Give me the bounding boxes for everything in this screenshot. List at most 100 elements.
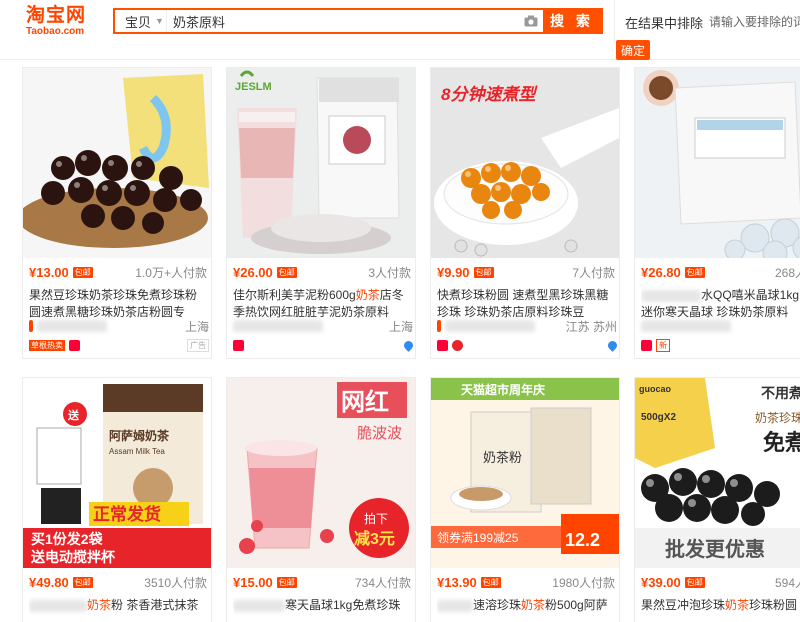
product-title[interactable]: 速溶珍珠奶茶粉500g阿萨 xyxy=(437,597,617,622)
image-caption: 天猫超市周年庆 xyxy=(461,382,545,397)
sales-count: 734人付款 xyxy=(354,575,411,590)
product-image[interactable]: 网红 脆波波 拍下 减3元 xyxy=(227,378,415,568)
image-caption: 领券满199减25 xyxy=(437,530,519,545)
taobao-logo[interactable]: 淘宝网 Taobao.com xyxy=(26,6,96,40)
title-line-1: 佳尔斯利美芋泥粉600g奶茶店冬 xyxy=(233,288,404,302)
tmall-icon xyxy=(437,339,448,351)
title-line-1: 奶茶粉 茶香港式抹茶 xyxy=(29,597,209,614)
product-image[interactable]: 天猫超市周年庆 奶茶粉 领券满199减25 12.2 xyxy=(431,378,619,568)
free-shipping-badge: 包邮 xyxy=(480,576,501,588)
tmall-icon xyxy=(233,339,244,351)
search-box: 宝贝 ▼ 搜 索 xyxy=(113,8,603,34)
category-label: 宝贝 xyxy=(125,14,152,30)
confirm-button[interactable]: 确定 xyxy=(616,40,650,60)
product-card[interactable]: 网红 脆波波 拍下 减3元 ¥15.00 包邮 734人付款 寒天晶球1kg免煮… xyxy=(226,377,416,622)
product-card[interactable]: guocao 500gX2 不用煮 奶茶珍珠 免煮 批发更优惠 ¥39.00 包… xyxy=(634,377,800,622)
search-button[interactable]: 搜 索 xyxy=(543,10,601,32)
image-caption: Assam Milk Tea xyxy=(109,447,165,456)
shop-location: 上海 xyxy=(184,319,209,334)
cloud-service-icon xyxy=(402,338,415,352)
shop-name-blurred[interactable] xyxy=(641,320,731,332)
badge-row: 草根热卖 广告 xyxy=(29,338,209,352)
svg-text:JESLM: JESLM xyxy=(235,81,272,93)
product-image[interactable] xyxy=(23,68,211,258)
image-caption: 免煮 xyxy=(763,430,800,455)
price-row: ¥13.00 包邮 1.0万+人付款 xyxy=(29,264,207,280)
shop-location: 上海 xyxy=(388,319,413,334)
product-card[interactable]: JESLM ¥26.00 包邮 3人付款 佳尔斯利美芋泥粉600g奶茶店冬 季热… xyxy=(226,67,416,359)
logo-en-text: Taobao.com xyxy=(26,26,85,37)
image-caption: 8分钟速煮型 xyxy=(441,85,538,104)
heart-icon xyxy=(452,339,463,351)
logo-cn-text: 淘宝网 xyxy=(26,5,87,26)
image-caption: 送 xyxy=(67,408,80,422)
shop-row: 江苏 苏州 xyxy=(437,318,617,334)
product-image[interactable]: 8分钟速煮型 xyxy=(431,68,619,258)
ad-mark: 广告 xyxy=(187,338,209,352)
badge-row xyxy=(233,338,415,352)
image-caption: 减3元 xyxy=(354,529,395,548)
product-card[interactable]: 8分钟速煮型 ¥9.90 包邮 7人付款 快煮珍珠粉圆 速煮型黑珍珠黑糖 珍珠 … xyxy=(430,67,620,359)
product-title[interactable]: 快煮珍珠粉圆 速煮型黑珍珠黑糖 珍珠 珍珠奶茶店原料珍珠豆 xyxy=(437,287,617,321)
image-caption: 买1份发2袋 xyxy=(31,531,104,547)
title-line-1: 速溶珍珠奶茶粉500g阿萨 xyxy=(437,597,617,614)
image-caption: 奶茶珍珠 xyxy=(755,410,800,425)
product-title[interactable]: 果然豆冲泡珍珠奶茶珍珠粉圆 xyxy=(641,597,800,622)
badge-row: 新 xyxy=(641,338,800,352)
product-title[interactable]: 佳尔斯利美芋泥粉600g奶茶店冬 季热饮网红脏脏芋泥奶茶原料 xyxy=(233,287,413,321)
shop-name-blurred[interactable] xyxy=(445,320,535,332)
image-caption: 批发更优惠 xyxy=(665,537,765,561)
image-caption: 12.2 xyxy=(565,530,600,550)
product-card[interactable]: ¥26.80 包邮 268人付 水QQ嘻米晶球1kg 迷你寒天晶球 珍珠奶茶原料… xyxy=(634,67,800,359)
sales-count: 7人付款 xyxy=(572,265,615,280)
exclude-filter: 在结果中排除 xyxy=(614,0,800,44)
product-card[interactable]: ¥13.00 包邮 1.0万+人付款 果然豆珍珠奶茶珍珠免煮珍珠粉 圆速煮黑糖珍… xyxy=(22,67,212,359)
title-line-1: 寒天晶球1kg免煮珍珠 xyxy=(233,597,413,614)
price-row: ¥9.90 包邮 7人付款 xyxy=(437,264,615,280)
new-tag: 新 xyxy=(656,338,670,352)
sales-count: 3人付款 xyxy=(368,265,411,280)
title-line-1: 果然豆珍珠奶茶珍珠免煮珍珠粉 xyxy=(29,288,198,302)
camera-icon[interactable] xyxy=(519,10,543,32)
product-title[interactable]: 寒天晶球1kg免煮珍珠 xyxy=(233,597,413,622)
price: ¥39.00 xyxy=(641,574,681,590)
shop-type-icon xyxy=(29,320,33,332)
product-card[interactable]: 阿萨姆奶茶 Assam Milk Tea 送 正常发货 买1份发2袋 送电动搅拌… xyxy=(22,377,212,622)
exclude-input[interactable] xyxy=(709,11,800,33)
price: ¥26.00 xyxy=(233,264,273,280)
price: ¥13.00 xyxy=(29,264,69,280)
shop-name-blurred[interactable] xyxy=(233,320,323,332)
image-caption: 不用煮 xyxy=(761,385,800,401)
price-row: ¥26.80 包邮 268人付 xyxy=(641,264,800,280)
price-row: ¥15.00 包邮 734人付款 xyxy=(233,574,411,590)
image-caption: 网红 xyxy=(341,388,389,416)
product-image[interactable]: guocao 500gX2 不用煮 奶茶珍珠 免煮 批发更优惠 xyxy=(635,378,800,568)
sales-count: 268人付 xyxy=(774,265,800,280)
product-title[interactable]: 果然豆珍珠奶茶珍珠免煮珍珠粉 圆速煮黑糖珍珠奶茶店粉圆专 xyxy=(29,287,209,321)
price: ¥13.90 xyxy=(437,574,477,590)
price: ¥9.90 xyxy=(437,264,470,280)
shop-location: 江苏 苏州 xyxy=(565,319,617,334)
search-input[interactable] xyxy=(167,10,519,32)
image-caption: 奶茶粉 xyxy=(483,450,522,465)
sales-count: 3510人付款 xyxy=(144,575,207,590)
product-title[interactable]: 水QQ嘻米晶球1kg 迷你寒天晶球 珍珠奶茶原料 xyxy=(641,287,800,321)
product-image[interactable]: JESLM xyxy=(227,68,415,258)
product-image[interactable] xyxy=(635,68,800,258)
free-shipping-badge: 包邮 xyxy=(72,266,93,278)
shop-name-blurred[interactable] xyxy=(37,320,107,332)
shop-row: 上海 xyxy=(29,318,209,334)
category-select[interactable]: 宝贝 ▼ xyxy=(115,10,167,32)
tmall-icon xyxy=(69,339,80,351)
price: ¥15.00 xyxy=(233,574,273,590)
product-card[interactable]: 天猫超市周年庆 奶茶粉 领券满199减25 12.2 ¥13.90 包邮 198… xyxy=(430,377,620,622)
exclude-label: 在结果中排除 xyxy=(625,15,704,31)
shop-row: 上 xyxy=(641,318,800,334)
sales-count: 1.0万+人付款 xyxy=(135,265,207,280)
price-row: ¥39.00 包邮 594人付 xyxy=(641,574,800,590)
sales-count: 1980人付款 xyxy=(552,575,615,590)
price: ¥26.80 xyxy=(641,264,681,280)
cloud-service-icon xyxy=(606,338,619,352)
product-title[interactable]: 奶茶粉 茶香港式抹茶 xyxy=(29,597,209,622)
product-image[interactable]: 阿萨姆奶茶 Assam Milk Tea 送 正常发货 买1份发2袋 送电动搅拌… xyxy=(23,378,211,568)
